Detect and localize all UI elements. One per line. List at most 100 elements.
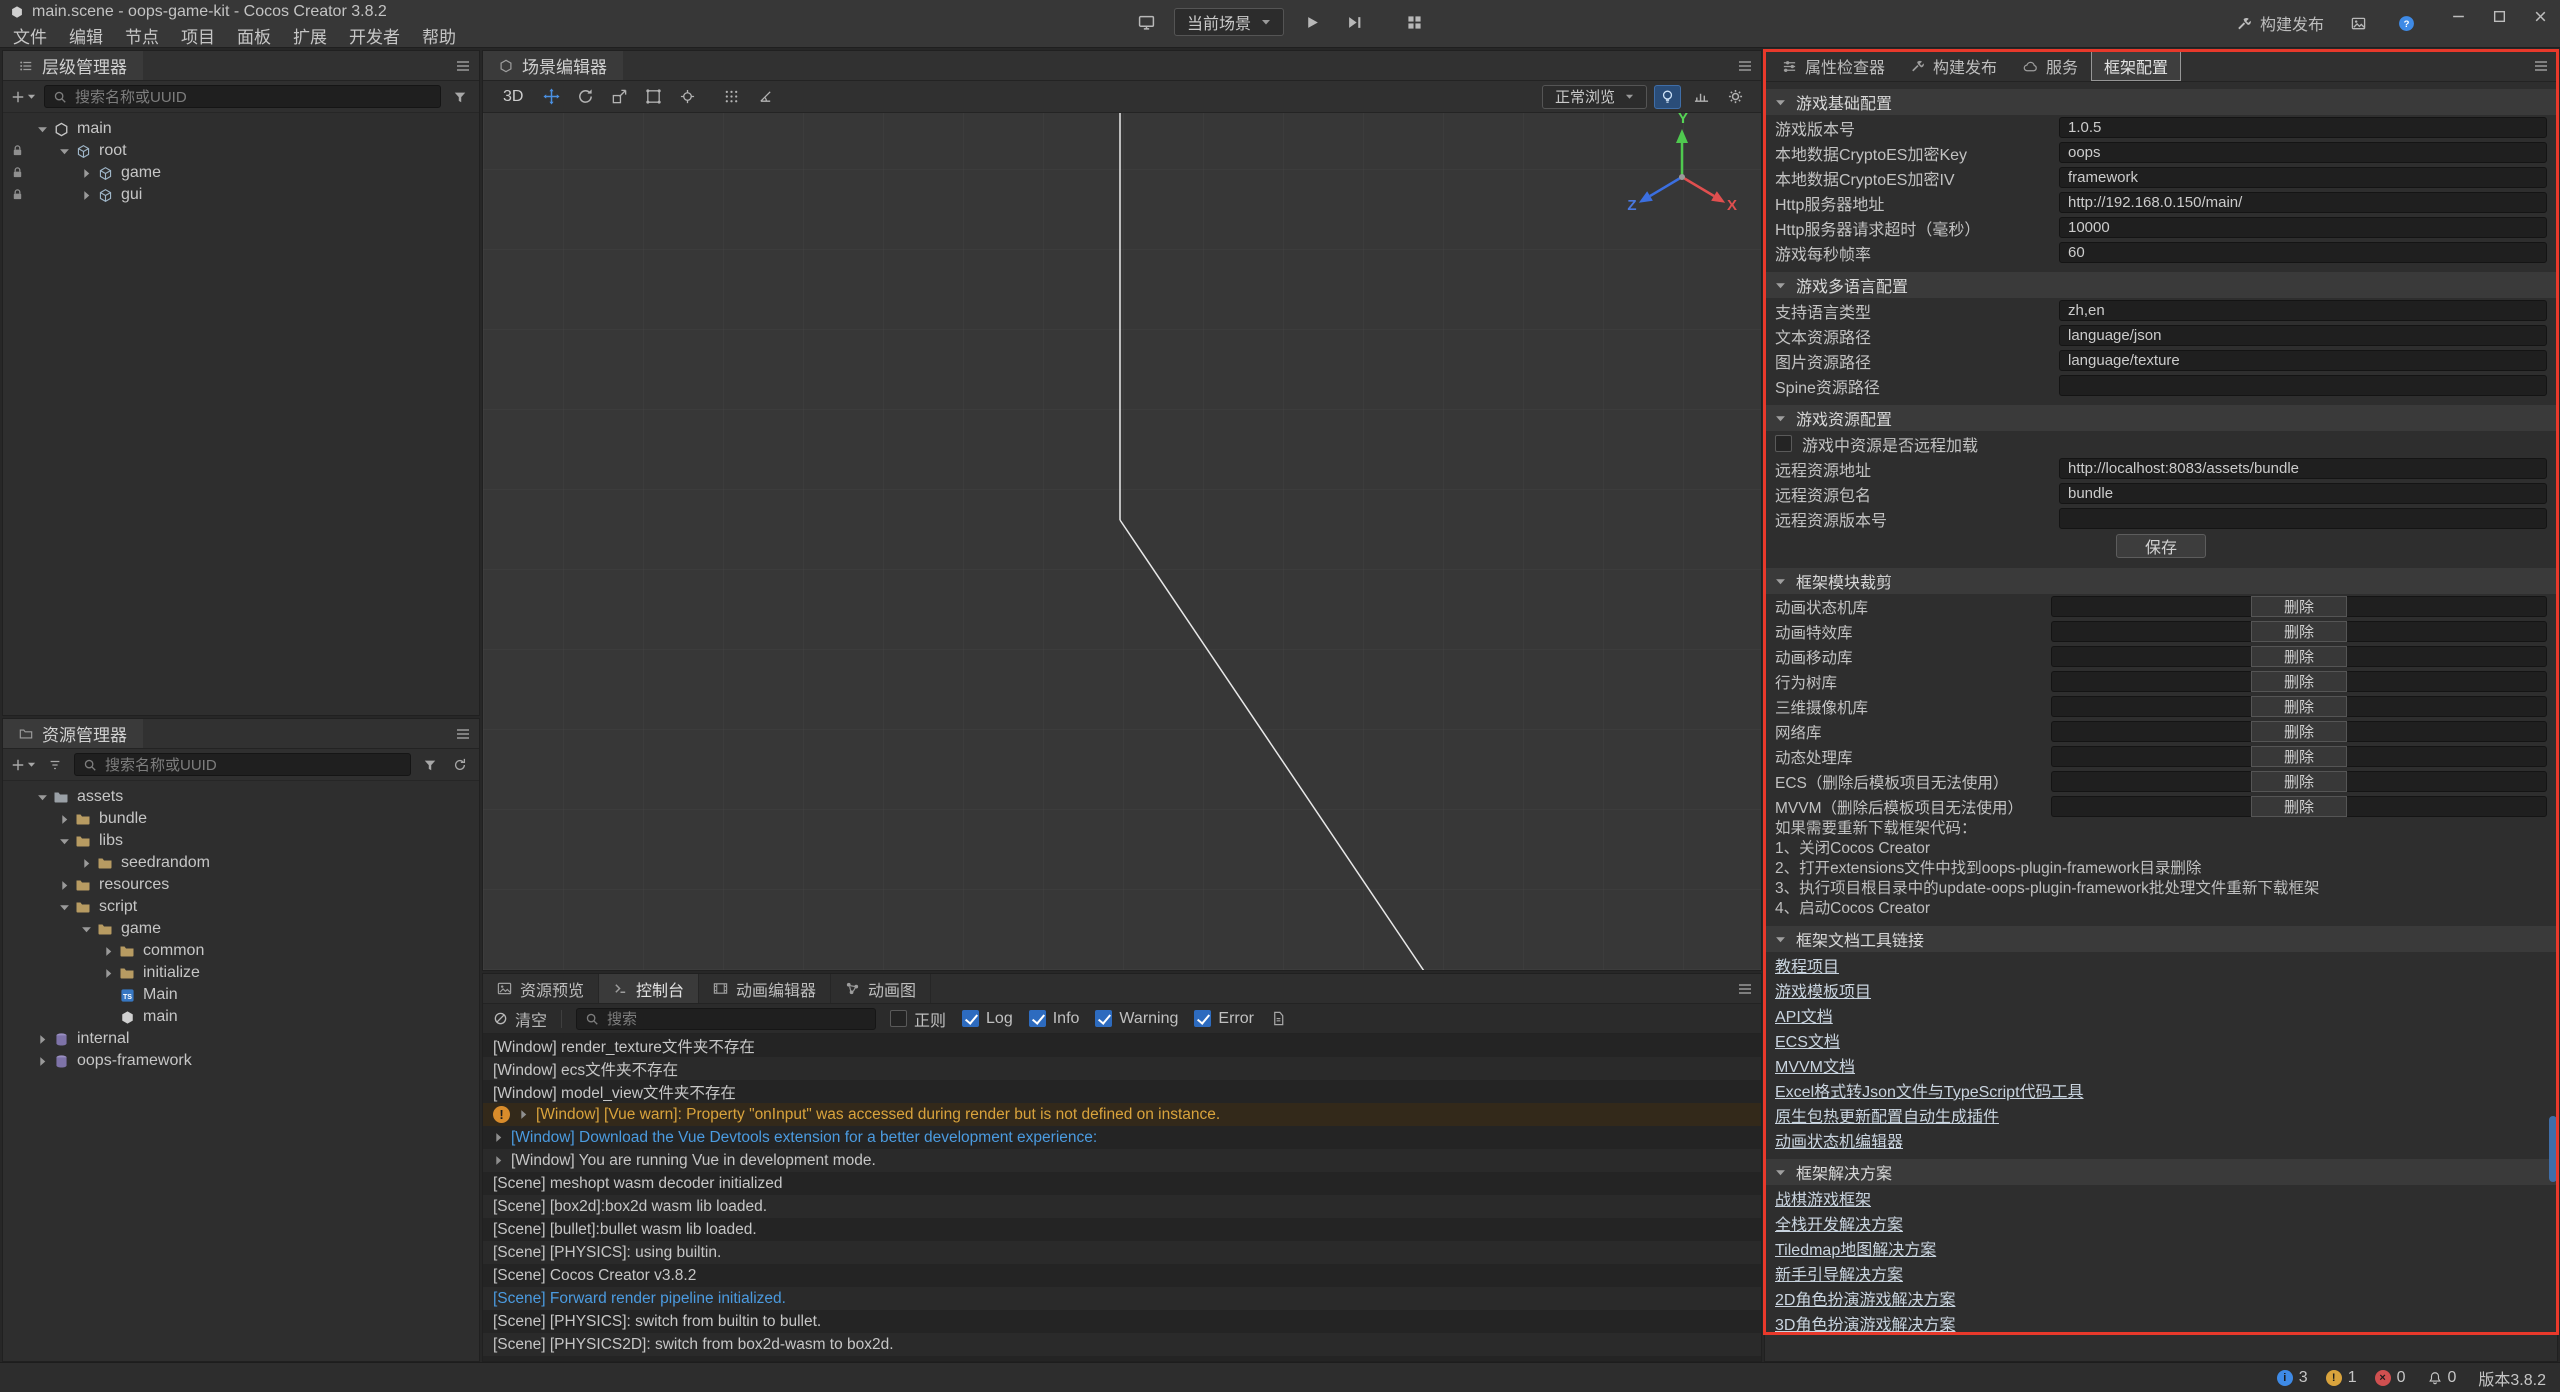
doc-link[interactable]: 战棋游戏框架 <box>1775 1186 1871 1210</box>
axis-gizmo[interactable]: Y X Z <box>1627 113 1737 214</box>
delete-button[interactable]: 删除 <box>2251 721 2347 742</box>
menu-item[interactable]: 文件 <box>2 23 58 48</box>
chevron-right-icon[interactable] <box>493 1155 504 1166</box>
tree-node[interactable]: root <box>3 140 479 162</box>
section-header[interactable]: 游戏多语言配置 <box>1765 272 2557 298</box>
tree-node[interactable]: main <box>3 1006 479 1028</box>
menu-item[interactable]: 帮助 <box>411 23 467 48</box>
sort-icon[interactable] <box>44 754 66 776</box>
caret-right-icon[interactable] <box>77 190 95 201</box>
add-node-button[interactable] <box>11 86 36 108</box>
filter-icon[interactable] <box>449 86 471 108</box>
pivot-tool[interactable] <box>674 85 701 109</box>
menu-icon[interactable] <box>1737 981 1753 997</box>
log-row[interactable]: ![Window] [Vue warn]: Property "onInput"… <box>483 1103 1761 1126</box>
inspector-tab[interactable]: 构建发布 <box>1898 51 2010 81</box>
property-input[interactable]: http://192.168.0.150/main/ <box>2059 192 2547 213</box>
menu-icon[interactable] <box>455 58 471 74</box>
menu-item[interactable]: 节点 <box>114 23 170 48</box>
delete-button[interactable]: 删除 <box>2251 646 2347 667</box>
log-row[interactable]: [Scene] [PHYSICS]: using builtin. <box>483 1241 1761 1264</box>
3d-mode-toggle[interactable]: 3D <box>495 88 531 106</box>
property-input[interactable]: 1.0.5 <box>2059 117 2547 138</box>
property-input[interactable]: framework <box>2059 167 2547 188</box>
caret-right-icon[interactable] <box>77 168 95 179</box>
doc-link[interactable]: 全栈开发解决方案 <box>1775 1211 1903 1235</box>
delete-button[interactable]: 删除 <box>2251 771 2347 792</box>
caret-right-icon[interactable] <box>99 968 117 979</box>
log-file-icon[interactable] <box>1268 1008 1290 1030</box>
grid-snap-tool[interactable] <box>718 85 745 109</box>
menu-item[interactable]: 编辑 <box>58 23 114 48</box>
move-tool[interactable] <box>538 85 565 109</box>
delete-button[interactable]: 删除 <box>2251 746 2347 767</box>
property-input[interactable] <box>2059 375 2547 396</box>
console-filter[interactable]: Log <box>962 1010 1013 1028</box>
save-button[interactable]: 保存 <box>2116 534 2206 558</box>
hierarchy-tab[interactable]: 层级管理器 <box>3 51 143 80</box>
preview-target-icon[interactable] <box>1132 8 1160 36</box>
log-row[interactable]: [Window] Download the Vue Devtools exten… <box>483 1126 1761 1149</box>
property-input[interactable]: oops <box>2059 142 2547 163</box>
caret-down-icon[interactable] <box>33 124 51 135</box>
scene-editor-tab[interactable]: 场景编辑器 <box>483 51 623 80</box>
rotate-tool[interactable] <box>572 85 599 109</box>
maximize-button[interactable] <box>2492 9 2507 24</box>
doc-link[interactable]: MVVM文档 <box>1775 1053 1855 1077</box>
caret-down-icon[interactable] <box>77 924 95 935</box>
menu-item[interactable]: 面板 <box>226 23 282 48</box>
chevron-right-icon[interactable] <box>493 1132 504 1143</box>
doc-link[interactable]: 2D角色扮演游戏解决方案 <box>1775 1286 1955 1310</box>
property-input[interactable]: http://localhost:8083/assets/bundle <box>2059 458 2547 479</box>
inspector-tab[interactable]: 服务 <box>2010 51 2091 81</box>
caret-down-icon[interactable] <box>55 146 73 157</box>
console-filter[interactable]: 正则 <box>890 1007 946 1031</box>
console-filter[interactable]: Info <box>1029 1010 1080 1028</box>
checkbox[interactable] <box>1775 435 1792 452</box>
section-header[interactable]: 游戏资源配置 <box>1765 405 2557 431</box>
log-row[interactable]: [Scene] meshopt wasm decoder initialized <box>483 1172 1761 1195</box>
tree-node[interactable]: resources <box>3 874 479 896</box>
play-button[interactable] <box>1298 8 1326 36</box>
tree-node[interactable]: bundle <box>3 808 479 830</box>
stats-toggle[interactable] <box>1688 85 1715 109</box>
clear-console-button[interactable]: 清空 <box>493 1007 547 1031</box>
section-header[interactable]: 游戏基础配置 <box>1765 89 2557 115</box>
caret-down-icon[interactable] <box>33 792 51 803</box>
delete-button[interactable]: 删除 <box>2251 596 2347 617</box>
tree-node[interactable]: libs <box>3 830 479 852</box>
delete-button[interactable]: 删除 <box>2251 671 2347 692</box>
log-row[interactable]: [Scene] [bullet]:bullet wasm lib loaded. <box>483 1218 1761 1241</box>
delete-button[interactable]: 删除 <box>2251 796 2347 817</box>
menu-icon[interactable] <box>1737 58 1753 74</box>
log-row[interactable]: [Scene] [PHYSICS2D]: switch from box2d-w… <box>483 1333 1761 1356</box>
caret-right-icon[interactable] <box>77 858 95 869</box>
log-row[interactable]: [Scene] [box2d]:box2d wasm lib loaded. <box>483 1195 1761 1218</box>
notification-bell[interactable]: 0 <box>2428 1369 2457 1387</box>
property-input[interactable]: 60 <box>2059 242 2547 263</box>
caret-right-icon[interactable] <box>55 880 73 891</box>
tree-node[interactable]: main <box>3 118 479 140</box>
checkbox[interactable] <box>1029 1010 1046 1027</box>
property-input[interactable]: 10000 <box>2059 217 2547 238</box>
console-filter[interactable]: Error <box>1194 1010 1254 1028</box>
layout-button[interactable] <box>1400 8 1428 36</box>
tree-node[interactable]: game <box>3 162 479 184</box>
caret-right-icon[interactable] <box>99 946 117 957</box>
menu-item[interactable]: 扩展 <box>282 23 338 48</box>
help-button[interactable]: ? <box>2392 9 2420 37</box>
caret-down-icon[interactable] <box>55 836 73 847</box>
console-search-input[interactable]: 搜索 <box>576 1008 876 1030</box>
log-row[interactable]: [Window] render_texture文件夹不存在 <box>483 1034 1761 1057</box>
log-row[interactable]: [Window] ecs文件夹不存在 <box>483 1057 1761 1080</box>
refresh-icon[interactable] <box>449 754 471 776</box>
tree-node[interactable]: assets <box>3 786 479 808</box>
log-row[interactable]: [Scene] Forward render pipeline initiali… <box>483 1287 1761 1310</box>
doc-link[interactable]: 游戏模板项目 <box>1775 978 1871 1002</box>
tree-node[interactable]: seedrandom <box>3 852 479 874</box>
checkbox[interactable] <box>890 1010 907 1027</box>
caret-down-icon[interactable] <box>55 902 73 913</box>
checkbox[interactable] <box>1095 1010 1112 1027</box>
property-input[interactable]: language/texture <box>2059 350 2547 371</box>
checkbox[interactable] <box>1194 1010 1211 1027</box>
